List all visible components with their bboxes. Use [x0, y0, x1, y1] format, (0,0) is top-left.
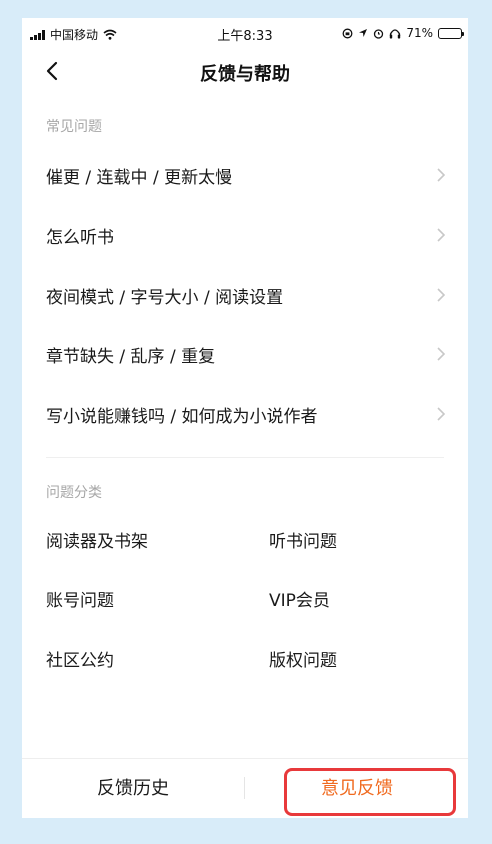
faq-item-become-author[interactable]: 写小说能赚钱吗 / 如何成为小说作者: [22, 391, 468, 437]
category-account[interactable]: 账号问题: [46, 586, 114, 616]
status-right: 71%: [342, 26, 464, 40]
orientation-lock-icon: [342, 28, 353, 38]
page-title: 反馈与帮助: [200, 64, 290, 85]
faq-section-label: 常见问题: [46, 119, 102, 135]
category-vip[interactable]: VIP会员: [269, 586, 330, 616]
feedback-history-button[interactable]: 反馈历史: [22, 771, 244, 807]
alarm-icon: [374, 28, 384, 39]
nav-bar: 反馈与帮助: [22, 54, 468, 90]
app-screen: 中国移动 上午8:33 71% 反馈与帮助 常见问题 催更 / 连载中 / 更新…: [22, 18, 468, 818]
faq-item-label: 催更 / 连载中 / 更新太慢: [46, 167, 233, 188]
faq-item-update-speed[interactable]: 催更 / 连载中 / 更新太慢: [22, 152, 468, 198]
bottom-bar: 反馈历史 意见反馈: [22, 758, 468, 818]
chevron-right-icon: [437, 347, 446, 361]
bottom-separator: [244, 777, 245, 799]
faq-item-chapter-issues[interactable]: 章节缺失 / 乱序 / 重复: [22, 331, 468, 377]
faq-item-reading-settings[interactable]: 夜间模式 / 字号大小 / 阅读设置: [22, 272, 468, 318]
headphones-icon: [390, 28, 401, 38]
section-divider: [46, 457, 444, 458]
faq-item-label: 章节缺失 / 乱序 / 重复: [46, 346, 216, 367]
battery-percent: 71%: [406, 26, 433, 40]
faq-item-audiobook[interactable]: 怎么听书: [22, 212, 468, 258]
status-bar: 中国移动 上午8:33 71%: [22, 18, 468, 48]
chevron-right-icon: [437, 168, 446, 182]
category-community-rules[interactable]: 社区公约: [46, 646, 114, 676]
chevron-right-icon: [437, 228, 446, 242]
location-icon: [359, 29, 368, 37]
faq-item-label: 写小说能赚钱吗 / 如何成为小说作者: [46, 406, 318, 427]
faq-item-label: 夜间模式 / 字号大小 / 阅读设置: [46, 287, 284, 308]
faq-item-label: 怎么听书: [46, 227, 114, 248]
battery-icon: [438, 27, 464, 39]
chevron-right-icon: [437, 407, 446, 421]
submit-feedback-button[interactable]: 意见反馈: [246, 771, 468, 807]
category-section-label: 问题分类: [46, 485, 102, 501]
chevron-right-icon: [437, 288, 446, 302]
category-copyright[interactable]: 版权问题: [269, 646, 337, 676]
category-reader-bookshelf[interactable]: 阅读器及书架: [46, 527, 148, 557]
category-audiobook[interactable]: 听书问题: [269, 527, 337, 557]
